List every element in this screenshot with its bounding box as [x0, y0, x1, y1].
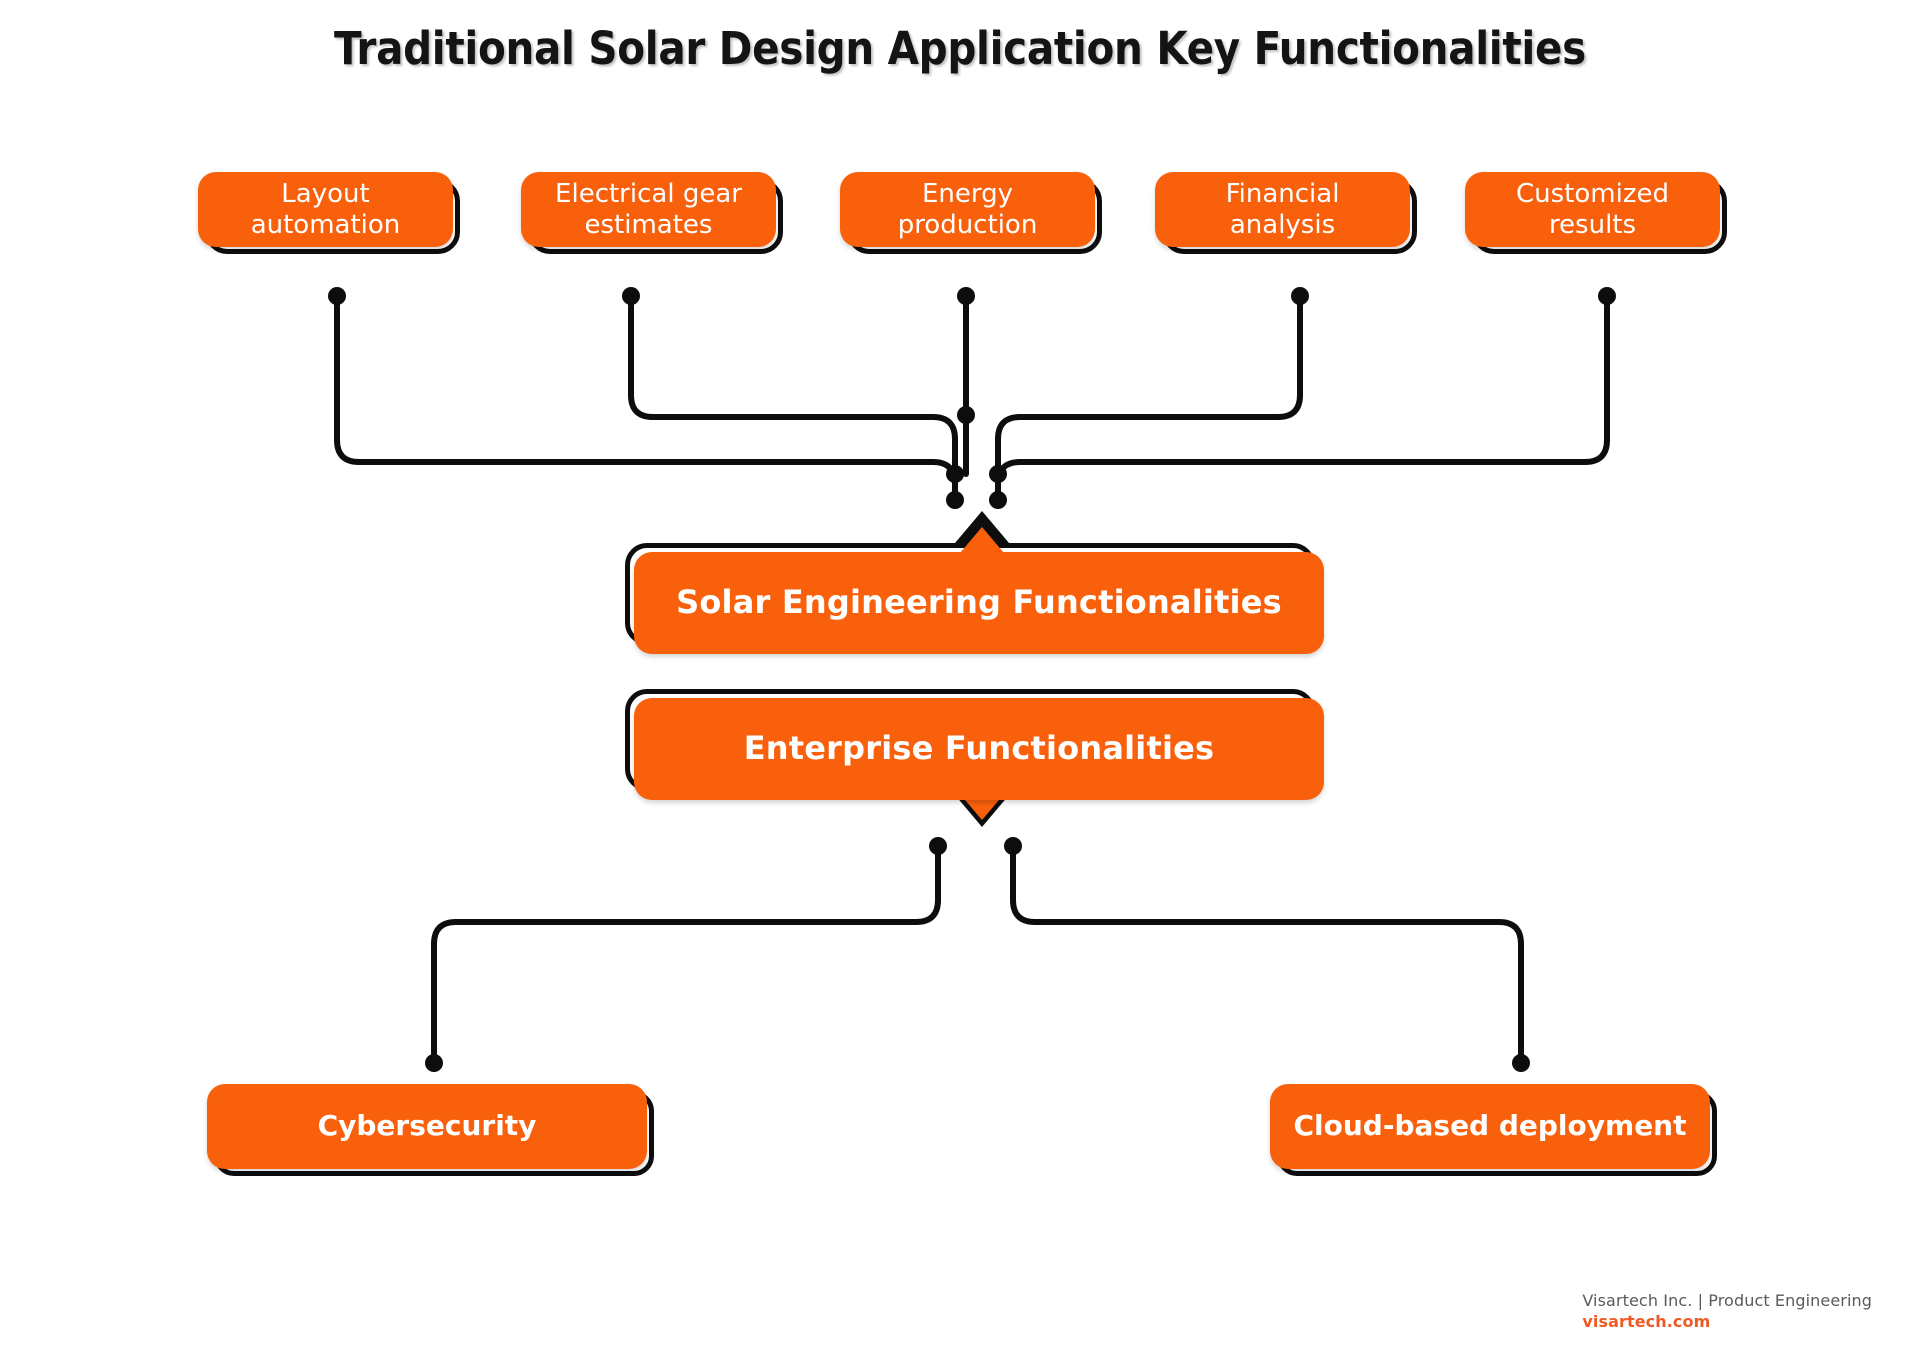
- node-energy-production[interactable]: Energy production: [840, 172, 1102, 254]
- footer-company: Visartech Inc. | Product Engineering: [1582, 1290, 1872, 1310]
- node-face: Energy production: [840, 172, 1095, 247]
- node-label: Cloud-based deployment: [1293, 1109, 1687, 1143]
- node-cybersecurity[interactable]: Cybersecurity: [207, 1084, 654, 1176]
- connector-financial-analysis: [995, 292, 1303, 477]
- node-customized-results[interactable]: Customized results: [1465, 172, 1727, 254]
- connector-dot-electrical-gear-end: [946, 465, 964, 483]
- connector-cybersecurity: [431, 842, 941, 1066]
- node-electrical-gear-estimates[interactable]: Electrical gear estimates: [521, 172, 783, 254]
- footer-attribution: Visartech Inc. | Product Engineering vis…: [1582, 1290, 1872, 1333]
- connector-dot-cloud-deployment-start: [1004, 837, 1022, 855]
- node-label: Financial analysis: [1225, 179, 1340, 240]
- node-layout-automation[interactable]: Layout automation: [198, 172, 460, 254]
- node-face: Financial analysis: [1155, 172, 1410, 247]
- diagram-canvas: Traditional Solar Design Application Key…: [0, 0, 1920, 1361]
- footer-website[interactable]: visartech.com: [1582, 1311, 1872, 1333]
- node-label: Layout automation: [250, 179, 401, 240]
- node-financial-analysis[interactable]: Financial analysis: [1155, 172, 1417, 254]
- node-face: Customized results: [1465, 172, 1720, 247]
- connector-dot-customized-results-end: [989, 491, 1007, 509]
- connector-dot-cloud-deployment-end: [1512, 1054, 1530, 1072]
- node-pointer-up-icon: [960, 527, 1004, 553]
- connector-layout-automation: [334, 292, 958, 503]
- connector-dot-cybersecurity-start: [929, 837, 947, 855]
- node-face: Layout automation: [198, 172, 453, 247]
- node-face: Solar Engineering Functionalities: [634, 552, 1324, 654]
- connector-dot-cybersecurity-end: [425, 1054, 443, 1072]
- connector-dot-electrical-gear-start: [622, 287, 640, 305]
- connector-dot-customized-results-start: [1598, 287, 1616, 305]
- connector-dot-financial-analysis-start: [1291, 287, 1309, 305]
- node-label: Customized results: [1516, 179, 1669, 240]
- connector-dot-energy-production-mid: [957, 406, 975, 424]
- node-face: Electrical gear estimates: [521, 172, 776, 247]
- connector-cloud-deployment: [1010, 842, 1524, 1066]
- node-face: Enterprise Functionalities: [634, 698, 1324, 800]
- node-label: Energy production: [897, 179, 1038, 240]
- node-label: Electrical gear estimates: [555, 179, 742, 240]
- node-enterprise-functionalities[interactable]: Enterprise Functionalities: [625, 689, 1324, 827]
- connector-dot-energy-production-start: [957, 287, 975, 305]
- node-label: Cybersecurity: [317, 1109, 537, 1143]
- node-face: Cloud-based deployment: [1270, 1084, 1710, 1169]
- node-solar-engineering-functionalities[interactable]: Solar Engineering Functionalities: [625, 511, 1324, 654]
- node-label: Enterprise Functionalities: [743, 729, 1215, 768]
- node-face: Cybersecurity: [207, 1084, 647, 1169]
- connector-dot-layout-automation-start: [328, 287, 346, 305]
- connector-dot-layout-automation-end: [946, 491, 964, 509]
- node-label: Solar Engineering Functionalities: [676, 583, 1282, 622]
- connector-electrical-gear: [628, 292, 958, 477]
- node-cloud-based-deployment[interactable]: Cloud-based deployment: [1270, 1084, 1717, 1176]
